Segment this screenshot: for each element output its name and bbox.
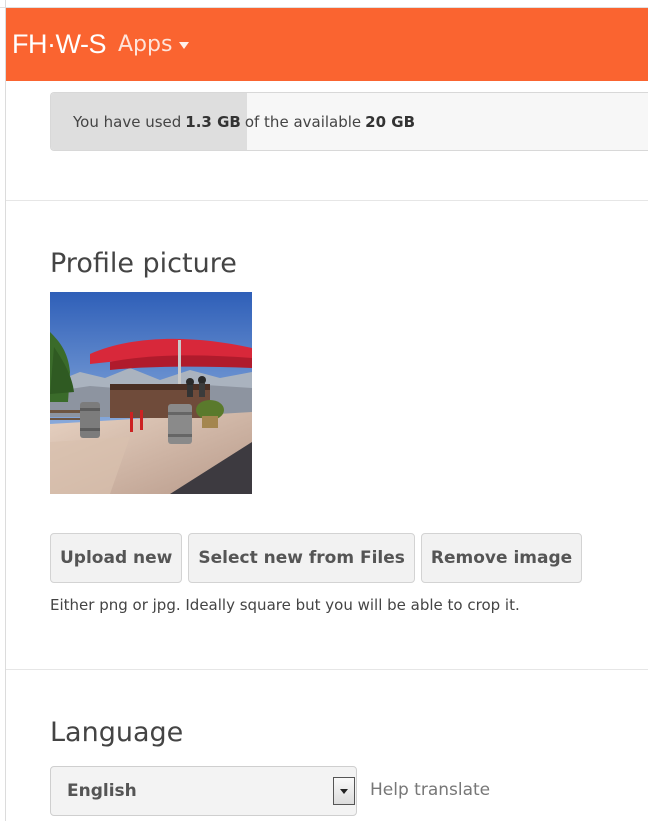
language-selected-value: English [67, 781, 137, 801]
quota-total: 20 GB [365, 112, 415, 131]
section-divider [6, 669, 648, 670]
language-title: Language [50, 717, 184, 748]
profile-picture-title: Profile picture [50, 248, 237, 279]
apps-label: Apps [117, 32, 173, 57]
logo[interactable]: FH·W-S [12, 29, 106, 60]
help-translate-link[interactable]: Help translate [370, 780, 490, 800]
top-header: FH·W-S Apps [6, 8, 648, 81]
window-top-edge [0, 0, 648, 8]
language-select[interactable]: English [50, 766, 357, 816]
remove-image-button[interactable]: Remove image [420, 533, 583, 583]
settings-page: FH·W-S Apps You have used 1.3 GB of the … [0, 0, 648, 821]
avatar-photo [50, 292, 252, 494]
profile-picture-actions: Upload new Select new from Files Remove … [50, 533, 583, 583]
quota-text: You have used 1.3 GB of the available 20… [73, 93, 419, 150]
chevron-down-icon[interactable] [333, 777, 355, 805]
quota-used: 1.3 GB [185, 112, 241, 131]
profile-picture-hint: Either png or jpg. Ideally square but yo… [50, 596, 520, 614]
caret-down-icon [179, 42, 190, 49]
avatar [50, 292, 252, 494]
storage-quota-bar: You have used 1.3 GB of the available 20… [50, 92, 648, 151]
section-divider [6, 200, 648, 201]
upload-new-button[interactable]: Upload new [50, 533, 183, 583]
select-from-files-button[interactable]: Select new from Files [188, 533, 415, 583]
quota-middle: of the available [244, 112, 362, 131]
page-left-border [5, 0, 6, 821]
quota-prefix: You have used [73, 112, 182, 131]
apps-menu-button[interactable]: Apps [117, 32, 190, 57]
